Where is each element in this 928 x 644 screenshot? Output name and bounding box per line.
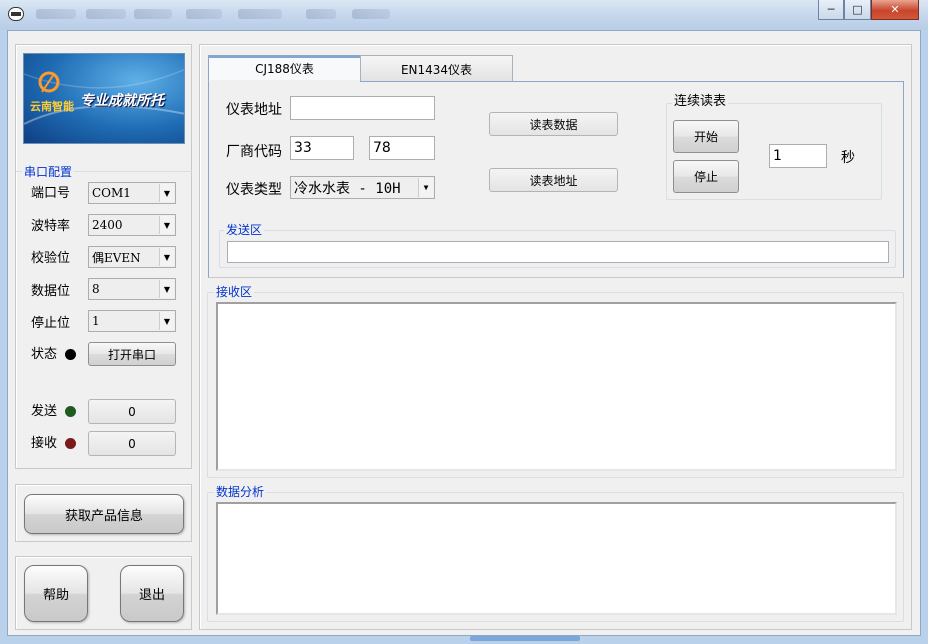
open-port-button[interactable]: 打开串口 [88, 342, 176, 366]
seconds-label: 秒 [841, 150, 855, 166]
exit-button[interactable]: 退出 [120, 565, 184, 622]
vendor-label: 厂商代码 [226, 144, 282, 160]
tab-cj188[interactable]: CJ188仪表 [208, 55, 361, 82]
stopbits-label: 停止位 [31, 316, 71, 331]
port-label: 端口号 [31, 186, 71, 201]
title-blur-7 [352, 9, 390, 19]
help-button[interactable]: 帮助 [24, 565, 88, 622]
recv-label: 接收 [31, 436, 58, 451]
recv-led-icon [65, 438, 76, 449]
port-select-value: COM1 [92, 186, 131, 200]
maximize-button[interactable]: □ [844, 0, 871, 20]
parity-label: 校验位 [31, 251, 71, 266]
close-button[interactable]: ✕ [871, 0, 919, 20]
chevron-down-icon: ▼ [159, 280, 174, 298]
title-blur-1 [36, 9, 76, 19]
analysis-area-label: 数据分析 [214, 485, 267, 499]
title-blur-4 [186, 9, 222, 19]
interval-input[interactable]: 1 [769, 144, 827, 168]
title-blur-5 [238, 9, 282, 19]
recv-area-label: 接收区 [214, 285, 255, 299]
baud-select-value: 2400 [92, 218, 123, 232]
logo-banner: 云南智能 专业成就所托 [23, 53, 185, 144]
bottom-resize-indicator [470, 636, 580, 641]
title-blur-2 [86, 9, 126, 19]
recv-count: 0 [88, 431, 176, 456]
chevron-down-icon: ▼ [418, 178, 433, 197]
tab-join [209, 80, 360, 83]
parity-select-value: 偶EVEN [92, 250, 141, 265]
meter-type-value: 冷水水表 - 10H [294, 180, 401, 197]
recv-textarea[interactable] [216, 302, 897, 471]
address-input[interactable] [290, 96, 435, 120]
title-blur-3 [134, 9, 172, 19]
logo-slogan: 专业成就所托 [80, 93, 164, 109]
title-bar: ─ □ ✕ [0, 0, 928, 30]
databits-label: 数据位 [31, 284, 71, 299]
vendor-code-2-input[interactable]: 78 [369, 136, 435, 160]
chevron-down-icon: ▼ [159, 248, 174, 266]
chevron-down-icon: ▼ [159, 216, 174, 234]
read-data-button[interactable]: 读表数据 [489, 112, 618, 136]
status-label: 状态 [31, 347, 58, 362]
baud-label: 波特率 [31, 219, 71, 234]
chevron-down-icon: ▼ [159, 312, 174, 330]
stopbits-select-value: 1 [92, 314, 100, 328]
send-area-label: 发送区 [224, 223, 265, 237]
vendor-code-1-input[interactable]: 33 [290, 136, 354, 160]
start-button[interactable]: 开始 [673, 120, 739, 153]
port-select[interactable]: COM1 ▼ [88, 182, 176, 204]
baud-select[interactable]: 2400 ▼ [88, 214, 176, 236]
status-led-icon [65, 349, 76, 360]
logo-brand-text: 云南智能 [30, 100, 74, 113]
chevron-down-icon: ▼ [159, 184, 174, 202]
send-count: 0 [88, 399, 176, 424]
meter-type-select[interactable]: 冷水水表 - 10H ▼ [290, 176, 435, 199]
type-label: 仪表类型 [226, 182, 282, 198]
databits-select[interactable]: 8 ▼ [88, 278, 176, 300]
send-led-icon [65, 406, 76, 417]
analysis-textarea[interactable] [216, 502, 897, 615]
app-icon [8, 7, 24, 21]
serial-config-label: 串口配置 [22, 165, 75, 179]
read-address-button[interactable]: 读表地址 [489, 168, 618, 192]
title-blur-6 [306, 9, 336, 19]
tab-en1434[interactable]: EN1434仪表 [360, 55, 513, 82]
get-product-info-button[interactable]: 获取产品信息 [24, 494, 184, 534]
databits-select-value: 8 [92, 282, 100, 296]
send-input[interactable] [227, 241, 889, 263]
continuous-read-label: 连续读表 [672, 94, 729, 109]
address-label: 仪表地址 [226, 102, 282, 118]
minimize-button[interactable]: ─ [818, 0, 844, 20]
parity-select[interactable]: 偶EVEN ▼ [88, 246, 176, 268]
stop-button[interactable]: 停止 [673, 160, 739, 193]
send-label: 发送 [31, 404, 58, 419]
stopbits-select[interactable]: 1 ▼ [88, 310, 176, 332]
